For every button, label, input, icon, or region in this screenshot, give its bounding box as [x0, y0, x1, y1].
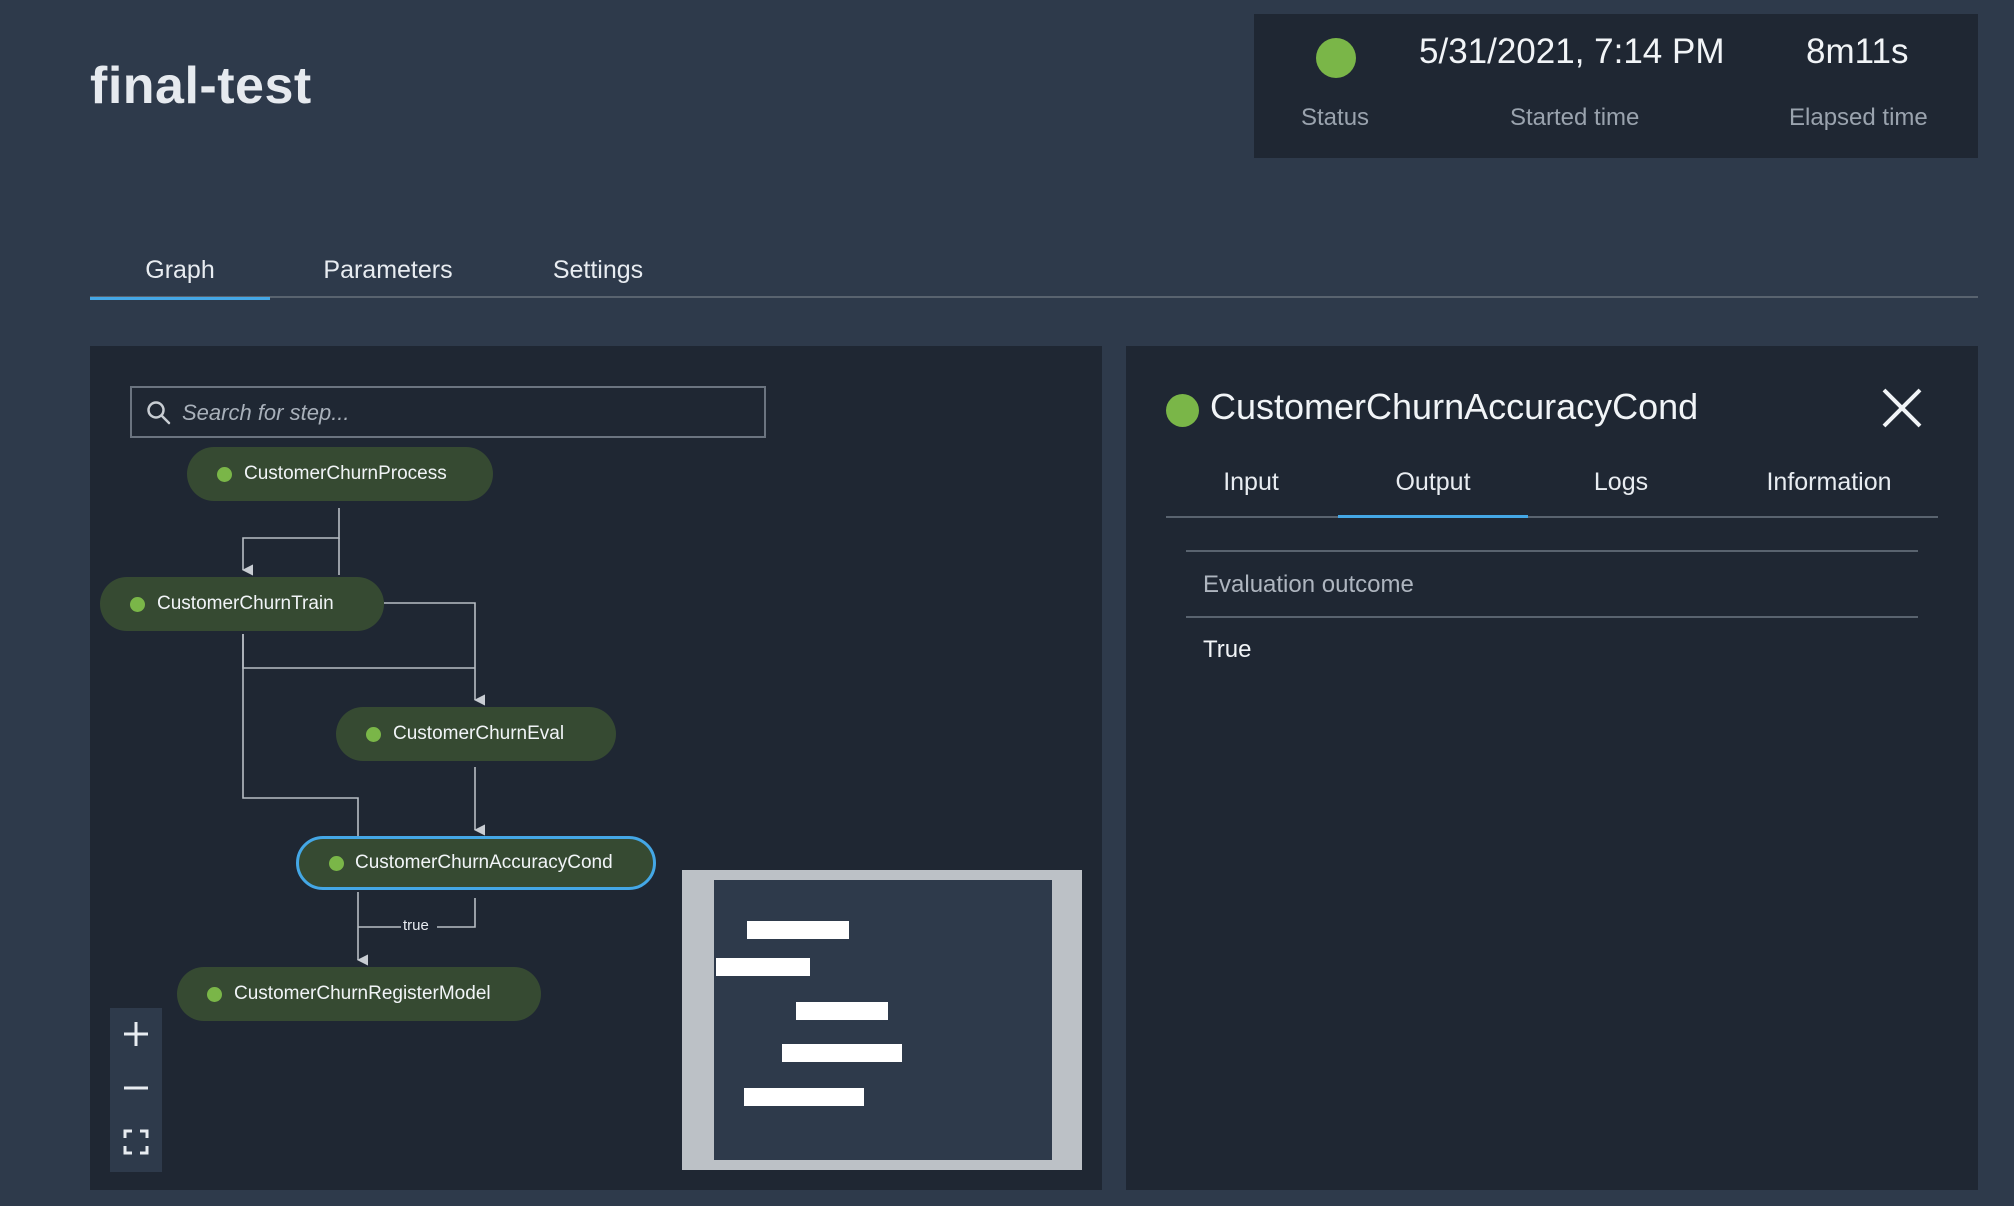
- plus-icon[interactable]: [110, 1008, 162, 1060]
- output-table: Evaluation outcome True: [1186, 550, 1918, 682]
- status-success-icon: [207, 987, 222, 1002]
- tab-output[interactable]: Output: [1338, 468, 1528, 518]
- status-success-icon: [130, 597, 145, 612]
- graph-minimap[interactable]: [682, 870, 1082, 1170]
- elapsed-time-value: 8m11s: [1806, 32, 1909, 71]
- output-value: True: [1203, 636, 1252, 663]
- search-input[interactable]: [182, 396, 742, 430]
- step-detail-title: CustomerChurnAccuracyCond: [1210, 386, 1699, 427]
- fit-screen-icon[interactable]: [110, 1116, 162, 1168]
- close-icon[interactable]: [1880, 386, 1924, 430]
- node-label: CustomerChurnEval: [393, 723, 565, 744]
- graph-node-customerchurnprocess[interactable]: CustomerChurnProcess: [187, 447, 493, 501]
- output-column-header: Evaluation outcome: [1186, 550, 1918, 618]
- minimap-node: [744, 1088, 864, 1106]
- started-time-value: 5/31/2021, 7:14 PM: [1419, 32, 1725, 71]
- graph-node-customerchurnaccuracycond[interactable]: CustomerChurnAccuracyCond: [296, 836, 656, 890]
- status-success-icon: [366, 727, 381, 742]
- status-success-icon: [1166, 394, 1199, 427]
- graph-node-customerchurntrain[interactable]: CustomerChurnTrain: [100, 577, 384, 631]
- tab-settings[interactable]: Settings: [508, 256, 688, 300]
- page-title: final-test: [90, 57, 312, 115]
- tab-graph[interactable]: Graph: [90, 256, 270, 300]
- search-icon: [147, 401, 171, 425]
- minimap-node: [716, 958, 810, 976]
- elapsed-time-label: Elapsed time: [1789, 104, 1928, 131]
- graph-node-customerchurneval[interactable]: CustomerChurnEval: [336, 707, 616, 761]
- minus-icon[interactable]: [110, 1062, 162, 1114]
- tab-parameters[interactable]: Parameters: [298, 256, 478, 300]
- node-label: CustomerChurnProcess: [244, 463, 447, 484]
- detail-tabs: Input Output Logs Information: [1166, 460, 1938, 518]
- node-label: CustomerChurnAccuracyCond: [355, 852, 613, 873]
- step-search-box: [130, 386, 766, 438]
- tab-input[interactable]: Input: [1176, 468, 1326, 518]
- minimap-node: [782, 1044, 902, 1062]
- main-tabs: Graph Parameters Settings: [90, 250, 1978, 300]
- status-label: Status: [1301, 104, 1370, 131]
- status-success-icon: [217, 467, 232, 482]
- minimap-viewport[interactable]: [714, 880, 1052, 1160]
- graph-node-customerchurnregistermodel[interactable]: CustomerChurnRegisterModel: [177, 967, 541, 1021]
- minimap-node: [747, 921, 849, 939]
- node-label: CustomerChurnTrain: [157, 593, 334, 614]
- status-success-icon: [329, 856, 344, 871]
- node-label: CustomerChurnRegisterModel: [234, 983, 491, 1004]
- tab-information[interactable]: Information: [1734, 468, 1924, 518]
- edge-label-true: true: [403, 917, 429, 934]
- tab-logs[interactable]: Logs: [1556, 468, 1686, 518]
- started-time-label: Started time: [1510, 104, 1640, 131]
- status-indicator-icon: [1316, 38, 1356, 78]
- zoom-controls: [110, 1008, 162, 1172]
- minimap-node: [796, 1002, 888, 1020]
